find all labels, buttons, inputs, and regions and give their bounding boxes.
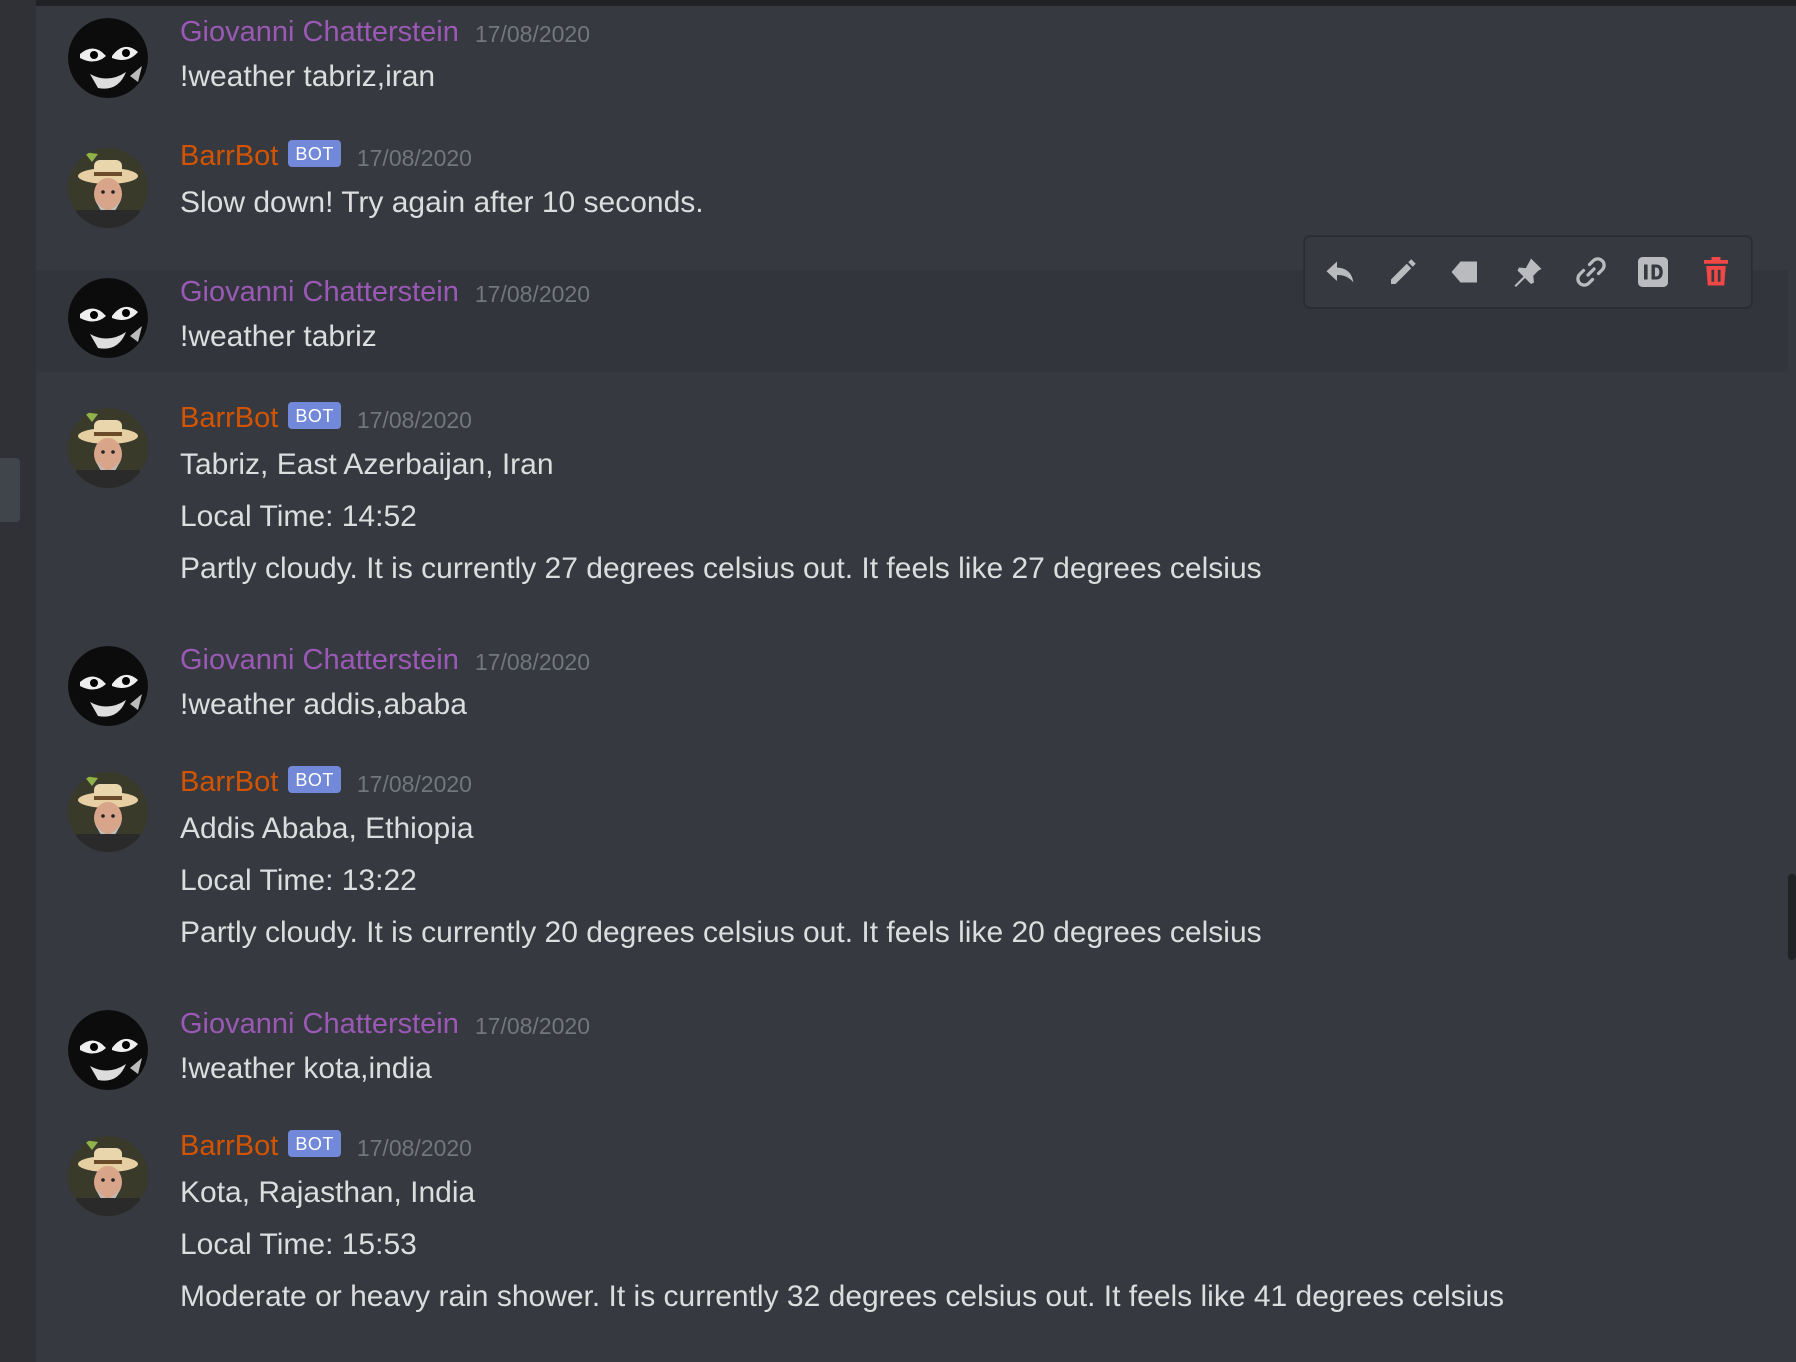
message-list[interactable]: Giovanni Chatterstein 17/08/2020 !weathe… bbox=[36, 6, 1796, 1362]
trash-icon bbox=[1703, 257, 1728, 286]
left-rail bbox=[0, 0, 36, 1362]
username[interactable]: BarrBot bbox=[180, 402, 278, 435]
pin-button[interactable] bbox=[1504, 248, 1552, 296]
avatar-barrbot[interactable] bbox=[68, 772, 148, 852]
reply-icon bbox=[1326, 261, 1354, 283]
username[interactable]: BarrBot bbox=[180, 1130, 278, 1163]
avatar-barrbot[interactable] bbox=[68, 1136, 148, 1216]
message-item[interactable]: Giovanni Chatterstein 17/08/2020 !weathe… bbox=[36, 634, 1788, 752]
avatar-barrbot[interactable] bbox=[68, 408, 148, 488]
username[interactable]: BarrBot bbox=[180, 140, 278, 173]
username[interactable]: BarrBot bbox=[180, 766, 278, 799]
username[interactable]: Giovanni Chatterstein bbox=[180, 644, 459, 677]
avatar-giovanni[interactable] bbox=[68, 18, 148, 98]
timestamp: 17/08/2020 bbox=[356, 1135, 472, 1161]
timestamp: 17/08/2020 bbox=[474, 21, 590, 47]
timestamp: 17/08/2020 bbox=[474, 1013, 590, 1039]
message-text: Local Time: 15:53 bbox=[180, 1228, 417, 1261]
avatar-giovanni[interactable] bbox=[68, 646, 148, 726]
copy-id-button[interactable] bbox=[1629, 248, 1677, 296]
bot-badge: BOT bbox=[288, 1130, 341, 1157]
message-item[interactable]: BarrBot BOT 17/08/2020 Addis Ababa, Ethi… bbox=[36, 758, 1788, 986]
message-text: Addis Ababa, Ethiopia bbox=[180, 812, 474, 845]
username[interactable]: Giovanni Chatterstein bbox=[180, 276, 459, 309]
message-item[interactable]: Giovanni Chatterstein 17/08/2020 !weathe… bbox=[36, 998, 1788, 1116]
message-text: Partly cloudy. It is currently 20 degree… bbox=[180, 916, 1262, 949]
edit-button[interactable] bbox=[1379, 248, 1427, 296]
message-text: Slow down! Try again after 10 seconds. bbox=[180, 186, 704, 219]
timestamp: 17/08/2020 bbox=[356, 145, 472, 171]
scrollbar-thumb[interactable] bbox=[1788, 874, 1796, 960]
timestamp: 17/08/2020 bbox=[356, 407, 472, 433]
message-text: Local Time: 13:22 bbox=[180, 864, 417, 897]
username[interactable]: Giovanni Chatterstein bbox=[180, 1008, 459, 1041]
username[interactable]: Giovanni Chatterstein bbox=[180, 16, 459, 49]
bot-badge: BOT bbox=[288, 140, 341, 167]
id-icon bbox=[1638, 257, 1669, 287]
link-icon bbox=[1575, 257, 1606, 287]
message-text: Kota, Rajasthan, India bbox=[180, 1176, 476, 1209]
tag-icon bbox=[1451, 261, 1478, 283]
avatar-barrbot[interactable] bbox=[68, 148, 148, 228]
edit-icon bbox=[1390, 259, 1416, 284]
rail-indicator bbox=[0, 458, 20, 522]
timestamp: 17/08/2020 bbox=[474, 281, 590, 307]
reply-button[interactable] bbox=[1316, 248, 1364, 296]
message-text: Local Time: 14:52 bbox=[180, 500, 417, 533]
message-text: !weather addis,ababa bbox=[180, 688, 467, 721]
message-text: Partly cloudy. It is currently 27 degree… bbox=[180, 552, 1262, 585]
message-text: Tabriz, East Azerbaijan, Iran bbox=[180, 448, 554, 481]
message-text: !weather tabriz,iran bbox=[180, 60, 436, 93]
delete-button[interactable] bbox=[1692, 248, 1740, 296]
tag-button[interactable] bbox=[1441, 248, 1489, 296]
message-text: !weather tabriz bbox=[180, 320, 377, 353]
pin-icon bbox=[1514, 258, 1542, 287]
avatar-giovanni[interactable] bbox=[68, 278, 148, 358]
message-text: !weather kota,india bbox=[180, 1052, 432, 1085]
copy-link-button[interactable] bbox=[1567, 248, 1615, 296]
timestamp: 17/08/2020 bbox=[474, 649, 590, 675]
avatar-giovanni[interactable] bbox=[68, 1010, 148, 1090]
message-item[interactable]: Giovanni Chatterstein 17/08/2020 !weathe… bbox=[36, 6, 1788, 124]
message-item[interactable]: BarrBot BOT 17/08/2020 Tabriz, East Azer… bbox=[36, 394, 1788, 622]
timestamp: 17/08/2020 bbox=[356, 771, 472, 797]
bot-badge: BOT bbox=[288, 402, 341, 429]
message-actions-toolbar bbox=[1304, 236, 1752, 308]
message-item[interactable]: BarrBot BOT 17/08/2020 Kota, Rajasthan, … bbox=[36, 1122, 1788, 1354]
bot-badge: BOT bbox=[288, 766, 341, 793]
message-text: Moderate or heavy rain shower. It is cur… bbox=[180, 1280, 1504, 1313]
